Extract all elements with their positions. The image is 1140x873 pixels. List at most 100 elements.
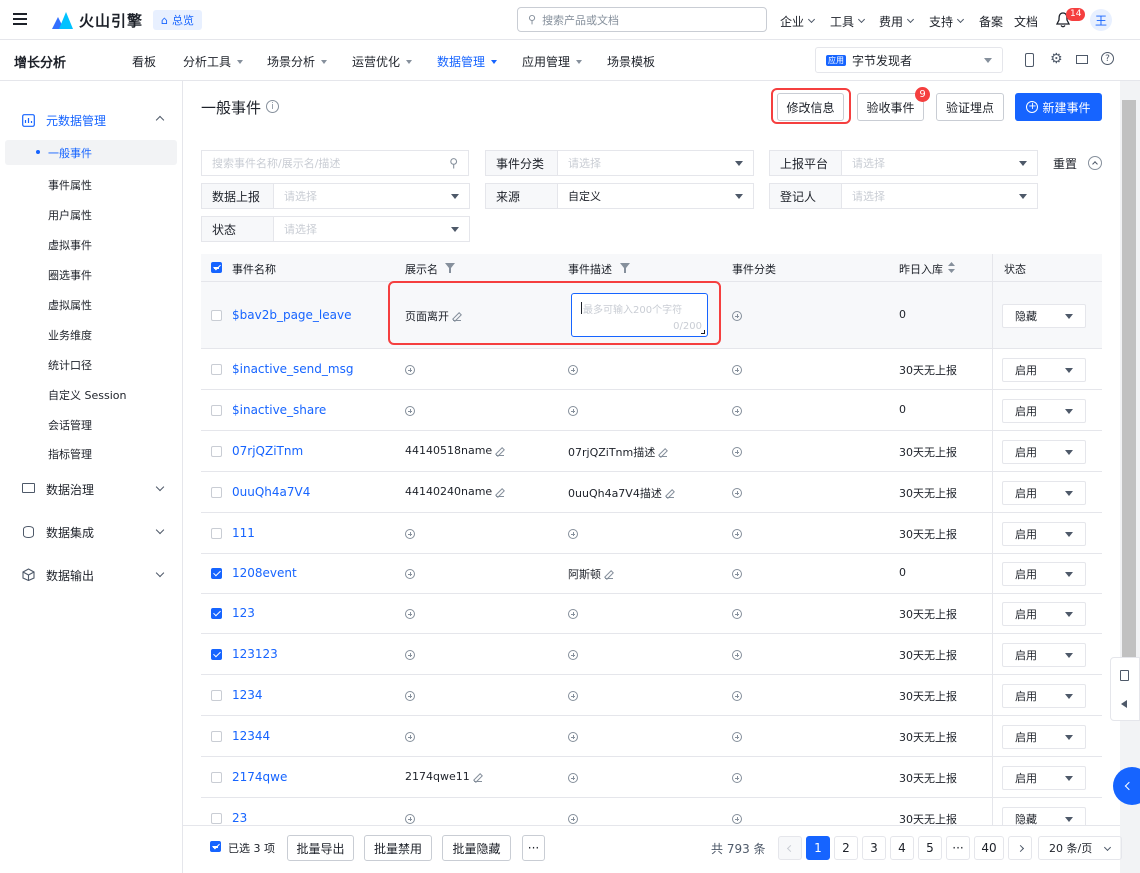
top-link-filing[interactable]: 备案 [979, 13, 1003, 30]
add-category-icon[interactable] [732, 311, 742, 321]
status-select[interactable]: 启用 [1002, 481, 1086, 505]
sidebar-item-user-props[interactable]: 用户属性 [48, 207, 92, 223]
menu-icon[interactable] [13, 13, 27, 25]
add-category-icon[interactable] [732, 447, 742, 457]
status-select[interactable]: 启用 [1002, 399, 1086, 423]
edit-pencil-icon[interactable] [473, 774, 482, 782]
filter-select-category[interactable]: 请选择 [557, 150, 754, 176]
event-name-link[interactable]: 111 [232, 526, 255, 540]
verify-tracking-button[interactable]: 验证埋点 [936, 93, 1004, 121]
event-name-link[interactable]: 123 [232, 606, 255, 620]
filter-select-status[interactable]: 请选择 [273, 216, 470, 242]
add-category-icon[interactable] [732, 529, 742, 539]
edit-pencil-icon[interactable] [605, 571, 613, 579]
nav-item-analysis-tools[interactable]: 分析工具 [183, 53, 244, 70]
vertical-scrollbar[interactable] [1120, 81, 1140, 873]
sidebar-group-governance[interactable]: 数据治理 [46, 481, 94, 498]
add-category-icon[interactable] [732, 365, 742, 375]
page-button-5[interactable]: 5 [918, 836, 942, 860]
sidebar-item-business-dim[interactable]: 业务维度 [48, 327, 92, 343]
row-checkbox[interactable] [211, 405, 222, 416]
top-link-support[interactable]: 支持 [929, 13, 965, 30]
sidebar-item-metric-mgmt[interactable]: 指标管理 [48, 446, 92, 462]
filter-select-source[interactable]: 自定义 [557, 183, 754, 209]
info-icon[interactable]: i [266, 100, 279, 113]
row-checkbox[interactable] [211, 608, 222, 619]
event-name-link[interactable]: 12344 [232, 729, 270, 743]
add-display-name-icon[interactable] [405, 691, 415, 701]
nav-item-scene-analysis[interactable]: 场景分析 [267, 53, 328, 70]
status-select[interactable]: 启用 [1002, 725, 1086, 749]
add-display-name-icon[interactable] [405, 732, 415, 742]
help-icon[interactable]: ? [1101, 52, 1114, 65]
filter-select-report[interactable]: 请选择 [273, 183, 470, 209]
select-all-checkbox[interactable] [211, 262, 222, 273]
add-display-name-icon[interactable] [405, 406, 415, 416]
add-display-name-icon[interactable] [405, 569, 415, 579]
edit-pencil-icon[interactable] [496, 489, 505, 497]
nav-item-dashboard[interactable]: 看板 [132, 53, 156, 70]
add-display-name-icon[interactable] [405, 609, 415, 619]
add-description-icon[interactable] [568, 732, 578, 742]
collapse-filters-icon[interactable] [1088, 156, 1102, 170]
add-description-icon[interactable] [568, 691, 578, 701]
batch-hide-button[interactable]: 批量隐藏 [442, 835, 511, 861]
row-checkbox[interactable] [211, 731, 222, 742]
row-checkbox[interactable] [211, 690, 222, 701]
settings-gear-icon[interactable]: ⚙ [1050, 51, 1063, 67]
event-search-input[interactable]: 搜索事件名称/展示名/描述 ⚲ [201, 150, 469, 176]
document-icon[interactable] [1120, 670, 1129, 681]
new-event-button[interactable]: + 新建事件 [1015, 93, 1102, 121]
add-description-icon[interactable] [568, 529, 578, 539]
add-description-icon[interactable] [568, 650, 578, 660]
add-display-name-icon[interactable] [405, 365, 415, 375]
page-next-button[interactable] [1008, 836, 1032, 860]
status-select[interactable]: 启用 [1002, 643, 1086, 667]
sidebar-group-integration[interactable]: 数据集成 [46, 524, 94, 541]
add-category-icon[interactable] [732, 773, 742, 783]
sidebar-item-virtual-events[interactable]: 虚拟事件 [48, 237, 92, 253]
nav-item-app-management[interactable]: 应用管理 [522, 53, 583, 70]
add-display-name-icon[interactable] [405, 529, 415, 539]
row-checkbox[interactable] [211, 487, 222, 498]
event-name-link[interactable]: $inactive_share [232, 403, 326, 417]
check-events-button[interactable]: 验收事件 [857, 93, 924, 121]
filter-icon[interactable] [620, 263, 630, 273]
page-ellipsis[interactable]: ··· [946, 836, 970, 860]
status-select[interactable]: 启用 [1002, 562, 1086, 586]
collapse-left-icon[interactable] [1121, 700, 1127, 708]
batch-disable-button[interactable]: 批量禁用 [364, 835, 432, 861]
filter-select-registrar[interactable]: 请选择 [841, 183, 1038, 209]
row-checkbox[interactable] [211, 772, 222, 783]
chevron-down-icon[interactable] [155, 568, 165, 578]
row-checkbox[interactable] [211, 310, 222, 321]
event-name-link[interactable]: 1234 [232, 688, 263, 702]
status-select[interactable]: 启用 [1002, 522, 1086, 546]
batch-export-button[interactable]: 批量导出 [287, 835, 354, 861]
add-category-icon[interactable] [732, 609, 742, 619]
add-category-icon[interactable] [732, 569, 742, 579]
chevron-down-icon[interactable] [155, 482, 165, 492]
page-button-3[interactable]: 3 [862, 836, 886, 860]
mobile-icon[interactable] [1025, 53, 1034, 67]
event-name-link[interactable]: $inactive_send_msg [232, 362, 353, 376]
nav-item-scene-templates[interactable]: 场景模板 [607, 53, 655, 70]
edit-pencil-icon[interactable] [659, 449, 668, 457]
row-checkbox[interactable] [211, 568, 222, 579]
add-display-name-icon[interactable] [405, 650, 415, 660]
overview-button[interactable]: ⌂ 总览 [153, 10, 202, 30]
status-select[interactable]: 隐藏 [1002, 304, 1086, 328]
add-category-icon[interactable] [732, 650, 742, 660]
add-category-icon[interactable] [732, 488, 742, 498]
app-selector[interactable]: 应用 字节发现者 [815, 47, 1003, 73]
event-name-link[interactable]: 23 [232, 811, 247, 825]
page-button-1[interactable]: 1 [806, 836, 830, 860]
scrollbar-thumb[interactable] [1122, 100, 1136, 710]
status-select[interactable]: 启用 [1002, 440, 1086, 464]
page-button-4[interactable]: 4 [890, 836, 914, 860]
sidebar-item-circled-events[interactable]: 圈选事件 [48, 267, 92, 283]
nav-item-ops[interactable]: 运营优化 [352, 53, 413, 70]
sidebar-group-output[interactable]: 数据输出 [46, 567, 94, 584]
edit-pencil-icon[interactable] [665, 490, 674, 498]
status-select[interactable]: 启用 [1002, 358, 1086, 382]
